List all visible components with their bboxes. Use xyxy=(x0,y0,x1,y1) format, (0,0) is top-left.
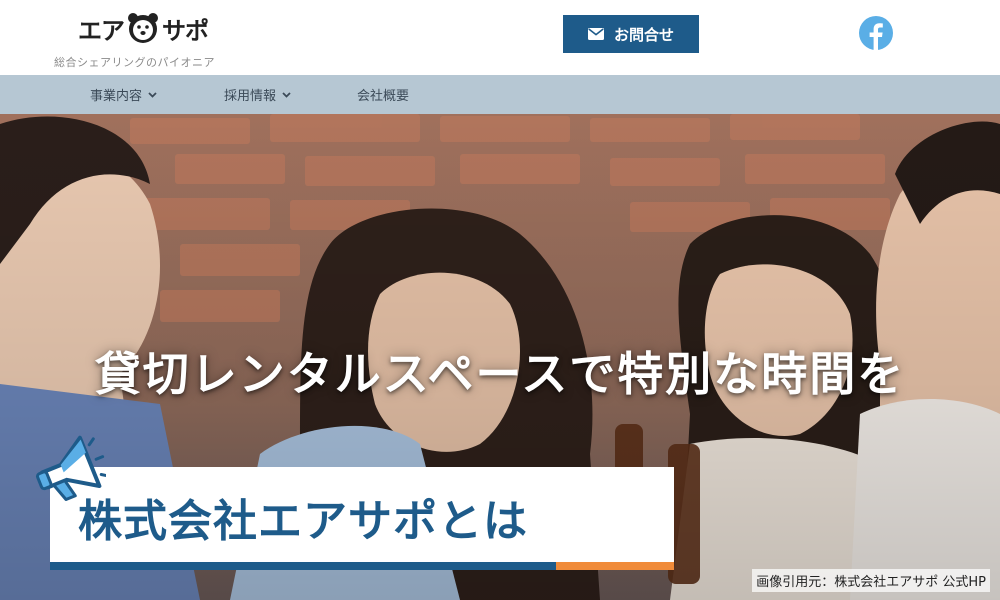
hero-headline: 貸切レンタルスペースで特別な時間を xyxy=(94,347,906,401)
section-title-box: 株式会社エアサポとは xyxy=(50,467,674,570)
site-tagline: 総合シェアリングのパイオニア xyxy=(54,56,215,69)
nav-item-label: 採用情報 xyxy=(224,89,277,104)
section-title: 株式会社エアサポとは xyxy=(78,496,528,547)
chevron-down-icon xyxy=(148,91,157,98)
contact-button[interactable]: お問合せ xyxy=(563,15,699,53)
mail-icon xyxy=(587,28,604,40)
logo-text-left: エア xyxy=(78,16,125,45)
nav-item-company[interactable]: 会社概要 xyxy=(357,75,409,114)
megaphone-icon xyxy=(35,435,106,501)
title-underline-blue xyxy=(50,562,556,570)
logo-text-right: サポ xyxy=(162,16,209,45)
site-logo[interactable]: エア サポ xyxy=(78,8,209,48)
hero-banner: 貸切レンタルスペースで特別な時間を 株式会社エアサポとは 画像引用元：株式会社エ… xyxy=(0,114,1000,600)
site-header: エア サポ 総合シェアリングのパイオニア お問合せ xyxy=(0,0,1000,75)
facebook-icon[interactable] xyxy=(859,16,893,50)
nav-item-business[interactable]: 事業内容 xyxy=(90,75,157,114)
main-nav: 事業内容 採用情報 会社概要 xyxy=(0,75,1000,114)
contact-button-label: お問合せ xyxy=(613,26,674,44)
nav-item-recruit[interactable]: 採用情報 xyxy=(224,75,291,114)
nav-item-label: 事業内容 xyxy=(90,89,143,104)
nav-item-label: 会社概要 xyxy=(357,89,410,104)
image-credit: 画像引用元：株式会社エアサポ 公式HP xyxy=(752,569,990,592)
chevron-down-icon xyxy=(282,91,291,98)
title-underline-orange xyxy=(556,562,674,570)
bear-face-icon xyxy=(128,13,158,43)
